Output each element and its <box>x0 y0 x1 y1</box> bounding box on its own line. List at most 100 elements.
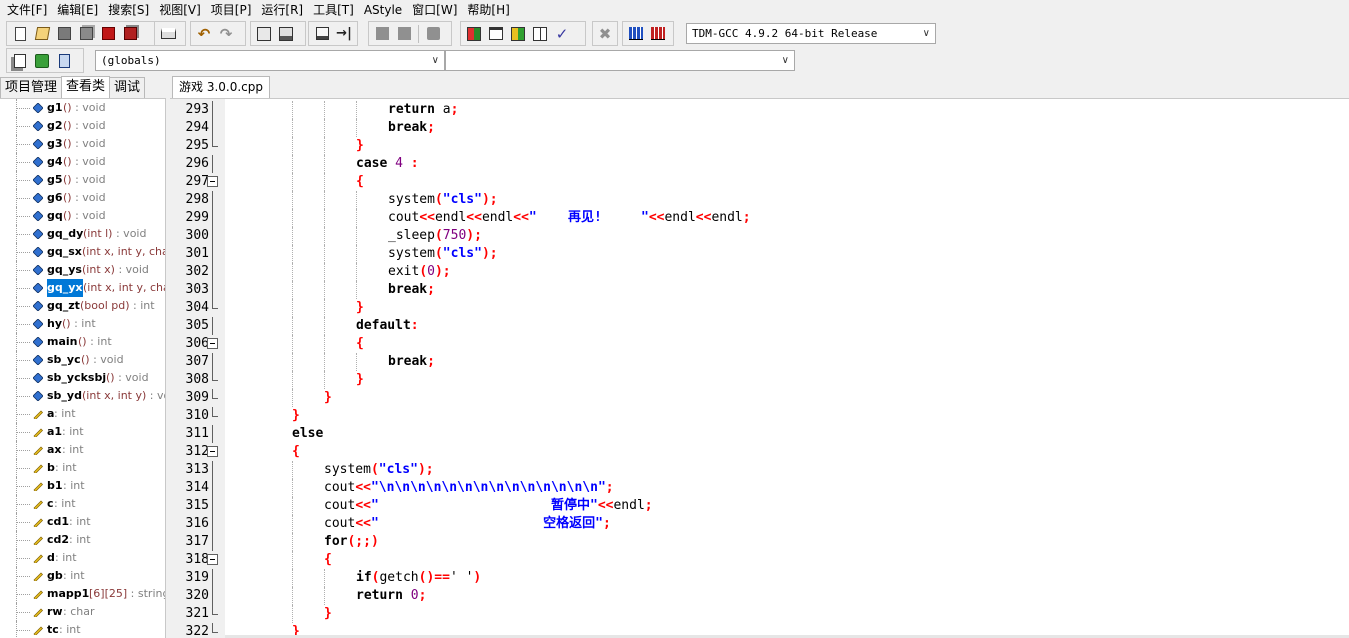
code-line[interactable]: 302 exit(0); <box>186 263 1349 281</box>
tree-item[interactable]: a : int <box>0 405 165 423</box>
menu-item-3[interactable]: 视图[V] <box>156 0 208 20</box>
profile-analysis-button[interactable] <box>625 23 647 44</box>
menu-item-8[interactable]: 窗口[W] <box>409 0 464 20</box>
code-line[interactable]: 303 break; <box>186 281 1349 299</box>
tree-item[interactable]: sb_ycksbj() : void <box>0 369 165 387</box>
tree-item[interactable]: b1 : int <box>0 477 165 495</box>
menu-item-6[interactable]: 工具[T] <box>310 0 361 20</box>
menu-item-5[interactable]: 运行[R] <box>258 0 310 20</box>
tree-item[interactable]: g6() : void <box>0 189 165 207</box>
tree-item[interactable]: cd1 : int <box>0 513 165 531</box>
code-line[interactable]: 318 { <box>186 551 1349 569</box>
tree-item[interactable]: sb_yc() : void <box>0 351 165 369</box>
code-line[interactable]: 307 break; <box>186 353 1349 371</box>
goto-definition-button[interactable] <box>53 50 75 71</box>
save-all-button[interactable] <box>75 23 97 44</box>
run-button[interactable] <box>485 23 507 44</box>
code-line[interactable]: 315 cout<<" 暂停中"<<endl; <box>186 497 1349 515</box>
menu-item-4[interactable]: 项目[P] <box>208 0 259 20</box>
tab-left-panel-1[interactable]: 查看类 <box>61 76 111 98</box>
undo-button[interactable]: ↶ <box>193 23 215 44</box>
menu-item-9[interactable]: 帮助[H] <box>464 0 516 20</box>
close-all-button[interactable] <box>119 23 141 44</box>
insert-button[interactable] <box>9 50 31 71</box>
new-file-button[interactable] <box>9 23 31 44</box>
tab-left-panel-2[interactable]: 调试 <box>109 77 146 98</box>
tree-item[interactable]: tc : int <box>0 621 165 638</box>
tree-item[interactable]: g1() : void <box>0 99 165 117</box>
tree-item[interactable]: mapp1 [6][25] : string <box>0 585 165 603</box>
code-line[interactable]: 301 system("cls"); <box>186 245 1349 263</box>
code-line[interactable]: 308} <box>186 371 1349 389</box>
code-line[interactable]: 310} <box>186 407 1349 425</box>
tab-left-panel-0[interactable]: 项目管理 <box>0 77 63 98</box>
compiler-select[interactable]: TDM-GCC 4.9.2 64-bit Release ∨ <box>686 23 936 44</box>
code-line[interactable]: 321} <box>186 605 1349 623</box>
compile-button[interactable] <box>463 23 485 44</box>
code-line[interactable]: 320 return 0; <box>186 587 1349 605</box>
open-file-button[interactable] <box>31 23 53 44</box>
fold-collapse-icon[interactable] <box>207 554 218 565</box>
code-line[interactable]: 316 cout<<" 空格返回"; <box>186 515 1349 533</box>
code-line[interactable]: 305 default: <box>186 317 1349 335</box>
tree-item[interactable]: gb : int <box>0 567 165 585</box>
rebuild-button[interactable] <box>529 23 551 44</box>
goto-line-button[interactable]: →| <box>333 23 355 44</box>
tree-item[interactable]: d : int <box>0 549 165 567</box>
code-line[interactable]: 293 return a; <box>186 101 1349 119</box>
code-line[interactable]: 306 { <box>186 335 1349 353</box>
code-line[interactable]: 304} <box>186 299 1349 317</box>
code-line[interactable]: 298 system("cls"); <box>186 191 1349 209</box>
tree-item[interactable]: gq_ys (int x) : void <box>0 261 165 279</box>
code-line[interactable]: 294 break; <box>186 119 1349 137</box>
tree-item[interactable]: main() : int <box>0 333 165 351</box>
tree-item[interactable]: gq_sx (int x, int y, char <box>0 243 165 261</box>
tree-item[interactable]: gq_zt (bool pd) : int <box>0 297 165 315</box>
tree-item[interactable]: sb_yd(int x, int y) : voic <box>0 387 165 405</box>
tree-item[interactable]: gq_dy (int l) : void <box>0 225 165 243</box>
code-line[interactable]: 309} <box>186 389 1349 407</box>
compile-run-button[interactable] <box>507 23 529 44</box>
code-line[interactable]: 314 cout<<"\n\n\n\n\n\n\n\n\n\n\n\n\n\n"; <box>186 479 1349 497</box>
stop-execution-button[interactable]: ✖ <box>595 23 615 44</box>
tree-item[interactable]: g4() : void <box>0 153 165 171</box>
tab-current-file[interactable]: 游戏 3.0.0.cpp <box>172 76 270 98</box>
code-line[interactable]: 299 cout<<endl<<endl<<" 再见! "<<endl<<endl… <box>186 209 1349 227</box>
tree-item[interactable]: g5() : void <box>0 171 165 189</box>
code-editor[interactable]: 293 return a; 294 break; 295} 296 case 4 :297{… <box>170 98 1349 638</box>
menu-item-7[interactable]: AStyle <box>361 0 409 20</box>
tree-item[interactable]: rw : char <box>0 603 165 621</box>
code-line[interactable]: 319 if(getch()==' ') <box>186 569 1349 587</box>
goto-declaration-button[interactable] <box>31 50 53 71</box>
replace-button[interactable] <box>275 23 297 44</box>
tree-item[interactable]: ax : int <box>0 441 165 459</box>
member-select[interactable]: ∨ <box>445 50 795 71</box>
project-options-button[interactable] <box>422 23 444 44</box>
syntax-check-button[interactable]: ✓ <box>551 23 573 44</box>
tree-item[interactable]: hy() : int <box>0 315 165 333</box>
code-line[interactable]: 313 system("cls"); <box>186 461 1349 479</box>
code-line[interactable]: 300 _sleep(750); <box>186 227 1349 245</box>
find-button[interactable] <box>253 23 275 44</box>
scope-select[interactable]: (globals) ∨ <box>95 50 445 71</box>
redo-button[interactable]: ↷ <box>215 23 237 44</box>
delete-profile-button[interactable] <box>647 23 669 44</box>
tree-item[interactable]: c : int <box>0 495 165 513</box>
menu-item-0[interactable]: 文件[F] <box>4 0 54 20</box>
code-line[interactable]: 295} <box>186 137 1349 155</box>
save-button[interactable] <box>53 23 75 44</box>
fold-collapse-icon[interactable] <box>207 338 218 349</box>
print-button[interactable] <box>157 23 179 44</box>
add-to-project-button[interactable] <box>371 23 393 44</box>
toggle-bookmark-button[interactable] <box>311 23 333 44</box>
fold-collapse-icon[interactable] <box>207 176 218 187</box>
tree-item[interactable]: gq_yx (int x, int y, char <box>0 279 165 297</box>
code-line[interactable]: 296 case 4 : <box>186 155 1349 173</box>
close-file-button[interactable] <box>97 23 119 44</box>
fold-collapse-icon[interactable] <box>207 446 218 457</box>
tree-item[interactable]: g3() : void <box>0 135 165 153</box>
code-line[interactable]: 317 for(;;) <box>186 533 1349 551</box>
tree-item[interactable]: g2() : void <box>0 117 165 135</box>
code-area[interactable]: 293 return a; 294 break; 295} 296 case 4 :297{… <box>186 99 1349 638</box>
tree-item[interactable]: a1 : int <box>0 423 165 441</box>
